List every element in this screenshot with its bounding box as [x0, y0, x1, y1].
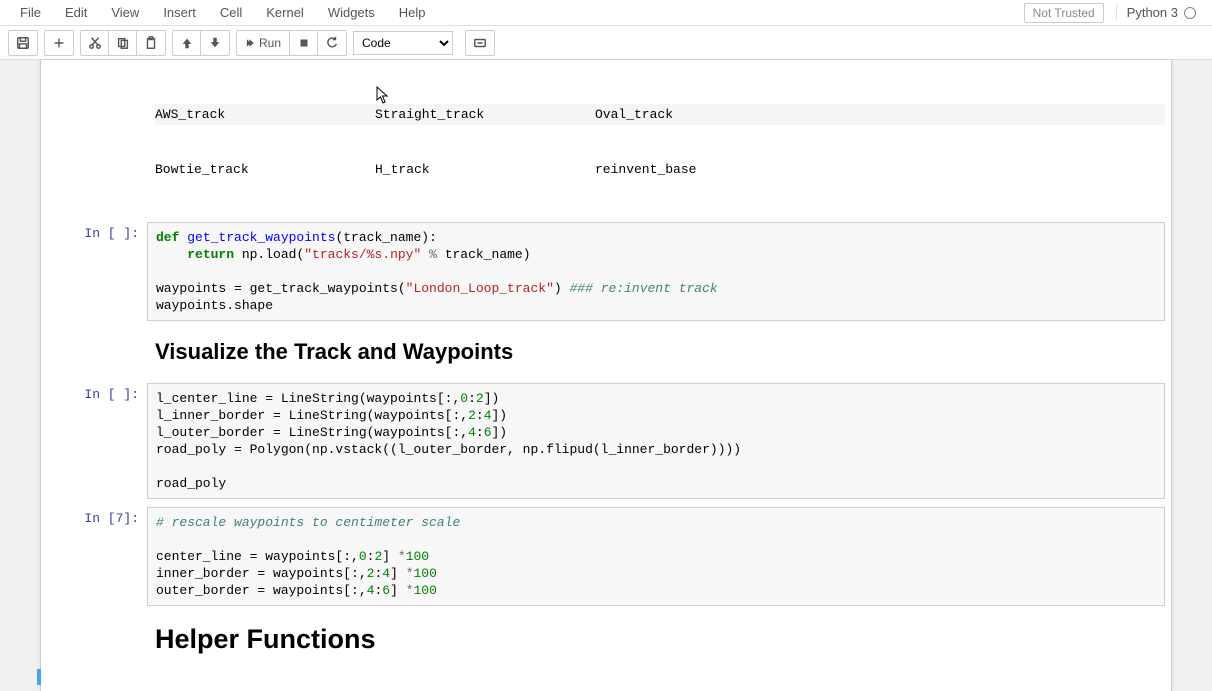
code-editor[interactable]: # rescale waypoints to centimeter scale … — [147, 507, 1165, 606]
toolbar: Run Code — [0, 26, 1212, 60]
output-prompt — [47, 70, 147, 214]
trusted-badge[interactable]: Not Trusted — [1024, 3, 1104, 23]
cut-button[interactable] — [81, 31, 109, 55]
menu-widgets[interactable]: Widgets — [316, 1, 387, 24]
menu-file[interactable]: File — [8, 1, 53, 24]
menu-kernel[interactable]: Kernel — [254, 1, 316, 24]
run-button[interactable]: Run — [237, 31, 290, 55]
menu-view[interactable]: View — [99, 1, 151, 24]
kernel-name: Python 3 — [1127, 5, 1178, 20]
code-editor[interactable]: l_center_line = LineString(waypoints[:,0… — [147, 383, 1165, 499]
kernel-idle-icon — [1184, 7, 1196, 19]
code-cell-linestrings[interactable]: In [ ]: l_center_line = LineString(waypo… — [41, 379, 1171, 503]
menu-cell[interactable]: Cell — [208, 1, 254, 24]
move-up-button[interactable] — [173, 31, 201, 55]
run-label: Run — [259, 36, 281, 50]
cell-prompt: In [ ]: — [47, 222, 147, 321]
kernel-status: Python 3 — [1116, 5, 1204, 20]
markdown-cell-helper[interactable]: Helper Functions — [41, 610, 1171, 669]
menubar: File Edit View Insert Cell Kernel Widget… — [0, 0, 1212, 26]
add-cell-button[interactable] — [45, 31, 73, 55]
selected-cell[interactable] — [37, 669, 1171, 685]
interrupt-button[interactable] — [290, 31, 318, 55]
restart-button[interactable] — [318, 31, 346, 55]
move-down-button[interactable] — [201, 31, 229, 55]
menu-insert[interactable]: Insert — [151, 1, 208, 24]
cell-type-select[interactable]: Code — [353, 31, 453, 55]
menu-help[interactable]: Help — [387, 1, 438, 24]
code-editor[interactable]: def get_track_waypoints(track_name): ret… — [147, 222, 1165, 321]
copy-button[interactable] — [109, 31, 137, 55]
paste-button[interactable] — [137, 31, 165, 55]
cell-prompt: In [ ]: — [47, 383, 147, 499]
code-cell-get-waypoints[interactable]: In [ ]: def get_track_waypoints(track_na… — [41, 218, 1171, 325]
cell-prompt: In [7]: — [47, 507, 147, 606]
command-palette-button[interactable] — [466, 31, 494, 55]
track-list-output: AWS_trackStraight_trackOval_track Bowtie… — [147, 70, 1165, 214]
menu-edit[interactable]: Edit — [53, 1, 99, 24]
output-cell-tracks: AWS_trackStraight_trackOval_track Bowtie… — [41, 66, 1171, 218]
heading-visualize: Visualize the Track and Waypoints — [155, 339, 1157, 365]
heading-helper: Helper Functions — [155, 624, 1157, 655]
markdown-cell-visualize[interactable]: Visualize the Track and Waypoints — [41, 325, 1171, 379]
notebook-container: AWS_trackStraight_trackOval_track Bowtie… — [40, 60, 1172, 691]
save-button[interactable] — [9, 31, 37, 55]
